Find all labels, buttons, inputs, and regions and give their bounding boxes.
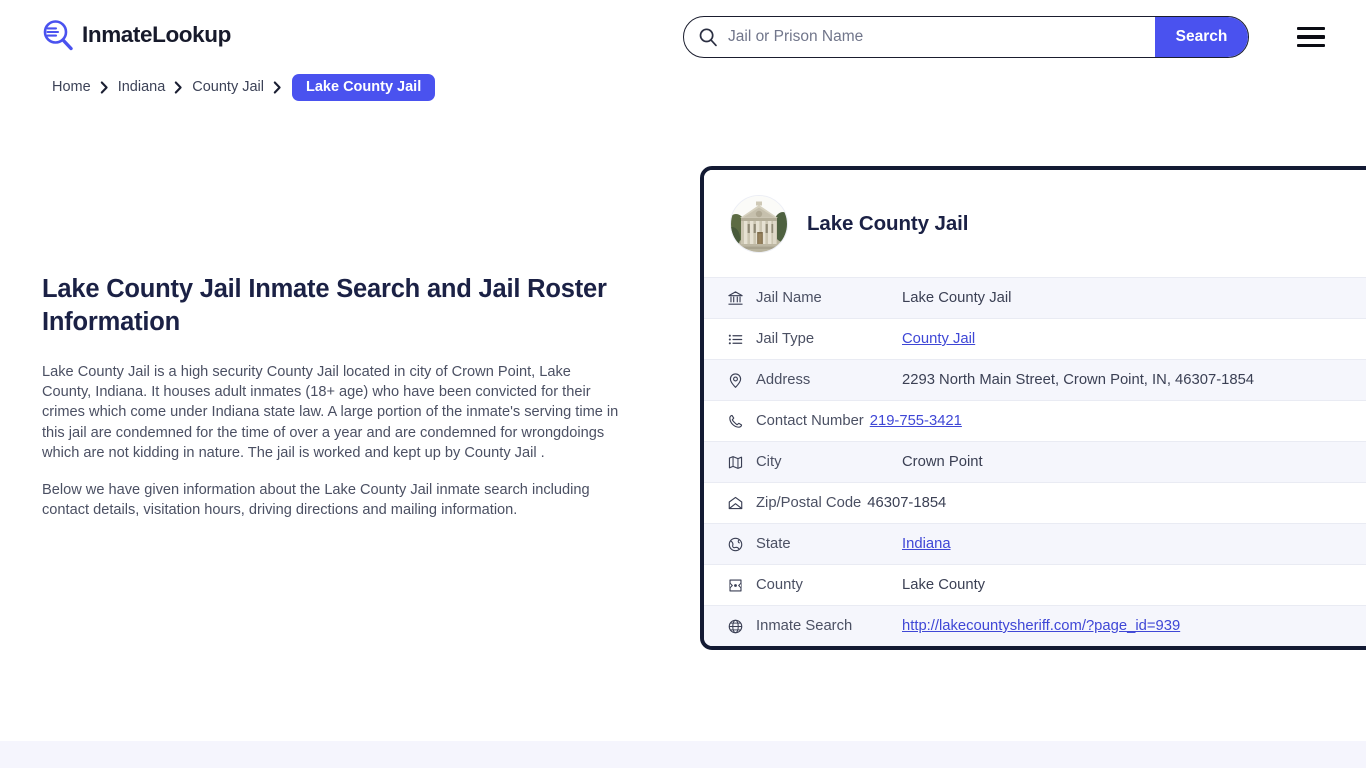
row-value: 2293 North Main Street, Crown Point, IN,… — [902, 372, 1255, 388]
breadcrumb-item-current: Lake County Jail — [292, 73, 436, 101]
page-title: Lake County Jail Inmate Search and Jail … — [42, 275, 607, 336]
table-row: Jail Name Lake County Jail — [704, 277, 1366, 318]
list-icon — [726, 330, 744, 348]
compass-icon — [726, 576, 744, 594]
table-row: County Lake County — [704, 564, 1366, 605]
row-value-link[interactable]: County Jail — [902, 331, 975, 347]
jail-info-card: Lake County Jail Jail Name Lake County J — [700, 166, 1366, 650]
chevron-right-icon — [174, 80, 183, 94]
logo-text: InmateLookup — [82, 21, 231, 47]
row-label: Jail Name — [756, 290, 822, 306]
chevron-right-icon — [100, 80, 109, 94]
breadcrumb-item-home[interactable]: Home — [52, 79, 91, 95]
table-row: Contact Number 219-755-3421 — [704, 400, 1366, 441]
table-row: Address 2293 North Main Street, Crown Po… — [704, 359, 1366, 400]
intro-section: Lake County Jail Inmate Search and Jail … — [42, 273, 628, 520]
intro-paragraph-2: Below we have given information about th… — [42, 482, 590, 519]
table-row: Inmate Search http://lakecountysheriff.c… — [704, 605, 1366, 646]
envelope-icon — [726, 494, 744, 512]
row-value-link[interactable]: 219-755-3421 — [870, 413, 962, 429]
row-value: 46307-1854 — [867, 495, 947, 511]
search-icon — [698, 27, 718, 47]
chevron-right-icon — [273, 80, 282, 94]
card-header: Lake County Jail — [704, 170, 1366, 277]
breadcrumb: Home Indiana County Jail Lake County Jai… — [52, 73, 436, 101]
row-label: Jail Type — [756, 331, 815, 347]
phone-icon — [726, 412, 744, 430]
row-label: State — [756, 536, 791, 552]
intro-paragraph-1: Lake County Jail is a high security Coun… — [42, 364, 619, 461]
table-row: City Crown Point — [704, 441, 1366, 482]
row-label: Inmate Search — [756, 618, 853, 634]
site-header: InmateLookup Search — [0, 0, 1366, 74]
search-bar: Search — [683, 16, 1249, 58]
row-value-link[interactable]: Indiana — [902, 536, 951, 552]
row-label: City — [756, 454, 782, 470]
breadcrumb-item-county-jail[interactable]: County Jail — [192, 79, 264, 95]
menu-line-3 — [1297, 43, 1325, 47]
search-input[interactable] — [718, 17, 1155, 57]
bank-icon — [726, 289, 744, 307]
site-logo[interactable]: InmateLookup — [42, 19, 231, 51]
table-row: Zip/Postal Code 46307-1854 — [704, 482, 1366, 523]
menu-line-1 — [1297, 27, 1325, 31]
globe-grid-icon — [726, 617, 744, 635]
courthouse-building-photo — [730, 195, 788, 253]
table-row: State Indiana — [704, 523, 1366, 564]
row-label: Zip/Postal Code — [756, 495, 862, 511]
menu-line-2 — [1297, 35, 1325, 39]
magnifier-list-icon — [42, 19, 74, 51]
page-root: InmateLookup Search Home Indiana — [0, 0, 1366, 768]
card-title: Lake County Jail — [807, 212, 969, 235]
row-value-link[interactable]: http://lakecountysheriff.com/?page_id=93… — [902, 618, 1180, 634]
row-label: Contact Number — [756, 413, 864, 429]
breadcrumb-item-indiana[interactable]: Indiana — [118, 79, 166, 95]
globe-icon — [726, 535, 744, 553]
row-value: Lake County — [902, 577, 986, 593]
search-button[interactable]: Search — [1155, 17, 1248, 57]
row-value: Lake County Jail — [902, 290, 1012, 306]
map-pin-icon — [726, 371, 744, 389]
row-value: Crown Point — [902, 454, 983, 470]
row-label: County — [756, 577, 803, 593]
hamburger-menu-icon[interactable] — [1297, 25, 1327, 49]
table-row: Jail Type County Jail — [704, 318, 1366, 359]
row-label: Address — [756, 372, 811, 388]
footer-band — [0, 741, 1366, 768]
jail-info-table: Jail Name Lake County Jail Jail Type Cou… — [704, 277, 1366, 646]
map-icon — [726, 453, 744, 471]
